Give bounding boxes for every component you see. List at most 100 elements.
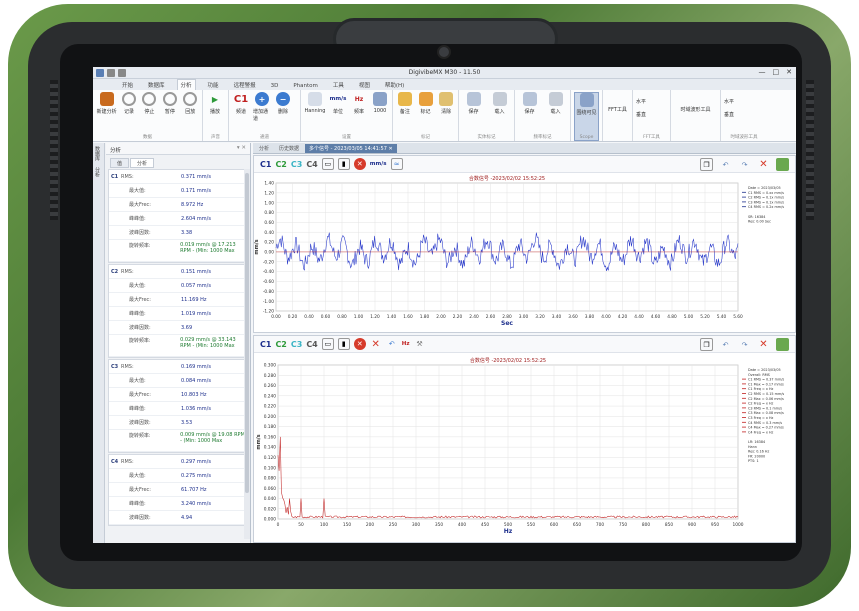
waveform-tool-button[interactable]: 时域波形工具 <box>674 106 717 141</box>
panel-title: 分析 <box>110 148 122 154</box>
close-chart-icon[interactable]: ✕ <box>757 338 770 351</box>
doc-tab-history[interactable]: 历史数据 <box>275 144 303 153</box>
speaker-grill-left <box>50 80 58 220</box>
group-sound: ▶ 播放 声音 <box>203 90 229 141</box>
waveform-settings-icon[interactable]: ≈ <box>390 158 403 170</box>
channel-toggle-c4[interactable]: C4 <box>306 160 317 169</box>
x-tick-label: 0.20 <box>288 314 298 320</box>
legend-entry: C4 RMS = 0.2x mm/s <box>748 205 784 209</box>
fft-horizontal-button[interactable]: 水平 <box>636 98 646 105</box>
x-tick-label: 0.40 <box>304 314 314 320</box>
tab-help[interactable]: 帮助(H) <box>382 80 407 90</box>
layout-icon[interactable]: ▭ <box>321 338 334 350</box>
value-label: 峰峰值: <box>129 311 146 317</box>
y-tick-label: 0.000 <box>264 517 277 523</box>
value-text: 0.169 mm/s <box>181 363 211 370</box>
export-icon[interactable] <box>776 158 789 171</box>
waveform-vertical-button[interactable]: 垂直 <box>724 111 734 118</box>
fit-visible-button[interactable]: 围绕可见 <box>574 92 599 141</box>
tab-phantom[interactable]: Phantom <box>290 82 321 90</box>
redo-icon[interactable]: ↷ <box>738 158 751 171</box>
panel-scrollbar[interactable] <box>244 169 250 539</box>
split-icon[interactable]: ▮ <box>337 158 350 170</box>
fft-tool-button[interactable]: FFT工具 <box>606 106 629 141</box>
vtab-database[interactable]: 数据库 <box>93 143 102 164</box>
delete-icon[interactable]: ✕ <box>370 338 382 350</box>
tab-values[interactable]: 值 <box>110 158 130 168</box>
maximize-button[interactable]: □ <box>773 68 780 76</box>
channel-toggle-c2[interactable]: C2 <box>275 340 286 349</box>
scrollbar-thumb[interactable] <box>245 173 249 493</box>
tab-start[interactable]: 开始 <box>119 80 136 90</box>
rpm-label: 旋转频率: <box>128 338 151 344</box>
legend-entry: LR: 16384 <box>748 440 765 444</box>
channel-toggle-c1[interactable]: C1 <box>260 340 271 349</box>
remove-chart-icon[interactable]: ✕ <box>353 158 366 170</box>
unit-dropdown[interactable]: mm/s <box>370 161 387 167</box>
value-text: 8.972 Hz <box>181 201 204 208</box>
tab-analysis[interactable]: 分析 <box>176 79 196 90</box>
y-tick-label: 0.120 <box>264 455 277 461</box>
value-label: 波峰因数: <box>129 515 151 521</box>
minimize-button[interactable]: — <box>759 68 766 76</box>
doc-tab-analysis[interactable]: 分析 <box>255 144 273 153</box>
copy-icon[interactable]: ❐ <box>700 158 713 171</box>
tab-remote-alarm[interactable]: 远程警报 <box>231 80 259 90</box>
rpm-label: 旋转频率: <box>128 433 151 439</box>
speaker-grill-right <box>806 80 814 220</box>
x-tick-label: 150 <box>343 522 351 528</box>
undo-icon[interactable]: ↶ <box>719 158 732 171</box>
fft-vertical-button[interactable]: 垂直 <box>636 111 646 118</box>
vertical-tab-strip: 数据库 分析 <box>93 143 105 543</box>
remove-icon: − <box>276 92 290 106</box>
hz-dropdown[interactable]: Hz <box>402 341 410 347</box>
group-label-waveform-tools: 时域波形工具 <box>730 135 758 140</box>
tab-analysis-sub[interactable]: 分析 <box>130 158 155 168</box>
x-tick-label: 800 <box>642 522 650 528</box>
pause-icon <box>162 92 177 106</box>
channel-toggle-c3[interactable]: C3 <box>291 340 302 349</box>
legend-entry: C4 Max = 0.27 mm/s <box>748 426 784 430</box>
time-waveform-chart[interactable]: 合数信号 -2023/02/02 15:52:25 1.40 1.20 1.00 0.8… <box>254 173 795 332</box>
x-tick-label: 4.40 <box>634 314 644 320</box>
remove-chart-icon[interactable]: ✕ <box>353 338 366 350</box>
y-tick-label: 0.80 <box>264 210 274 216</box>
tools-icon[interactable]: ⚒ <box>414 338 426 350</box>
y-tick-label: 0.00 <box>264 250 274 256</box>
window-title: DigivibeMX M30 - 11.50 <box>408 69 481 76</box>
channel-toggle-c2[interactable]: C2 <box>275 160 286 169</box>
tab-function[interactable]: 功能 <box>205 80 222 90</box>
panel-pin-close-icon[interactable]: ▾ ✕ <box>237 145 246 151</box>
value-text: 3.240 mm/s <box>181 500 211 507</box>
channel-label: C4 <box>111 458 119 465</box>
copy-icon[interactable]: ❐ <box>700 338 713 351</box>
redo-icon[interactable]: ↷ <box>738 338 751 351</box>
channel-toggle-c4[interactable]: C4 <box>306 340 317 349</box>
group-label-settings: 设置 <box>342 135 351 140</box>
value-text: 3.69 <box>181 324 193 331</box>
x-tick-label: 3.40 <box>552 314 562 320</box>
waveform-horizontal-button[interactable]: 水平 <box>724 98 734 105</box>
channel-toggle-c3[interactable]: C3 <box>291 160 302 169</box>
tab-3d[interactable]: 3D <box>268 82 282 90</box>
tab-view[interactable]: 视图 <box>356 80 373 90</box>
split-icon[interactable]: ▮ <box>337 338 350 350</box>
tab-database[interactable]: 数据库 <box>145 80 168 90</box>
undo-icon[interactable]: ↶ <box>719 338 732 351</box>
close-button[interactable]: ✕ <box>786 68 792 76</box>
doc-tab-multi-signal[interactable]: 多个信号 - 2023/03/05 14:41:57 ✕ <box>305 144 397 153</box>
x-tick-label: 4.00 <box>601 314 611 320</box>
layout-icon[interactable]: ▭ <box>321 158 334 170</box>
value-label: 最大值: <box>129 188 146 194</box>
x-tick-label: 3.00 <box>519 314 529 320</box>
refresh-icon[interactable]: ↶ <box>386 338 398 350</box>
vtab-analysis[interactable]: 分析 <box>93 164 102 180</box>
spectrum-chart[interactable]: 合数信号 -2023/02/02 15:52:25 0.300 0.280 0.260… <box>254 353 795 542</box>
x-tick-label: 950 <box>711 522 719 528</box>
export-icon[interactable] <box>776 338 789 351</box>
value-row: 最大Frec: 11.169 Hz <box>109 293 247 307</box>
group-label-entity-marker: 实体标记 <box>477 135 496 140</box>
tab-tools[interactable]: 工具 <box>330 80 347 90</box>
close-chart-icon[interactable]: ✕ <box>757 158 770 171</box>
channel-toggle-c1[interactable]: C1 <box>260 160 271 169</box>
